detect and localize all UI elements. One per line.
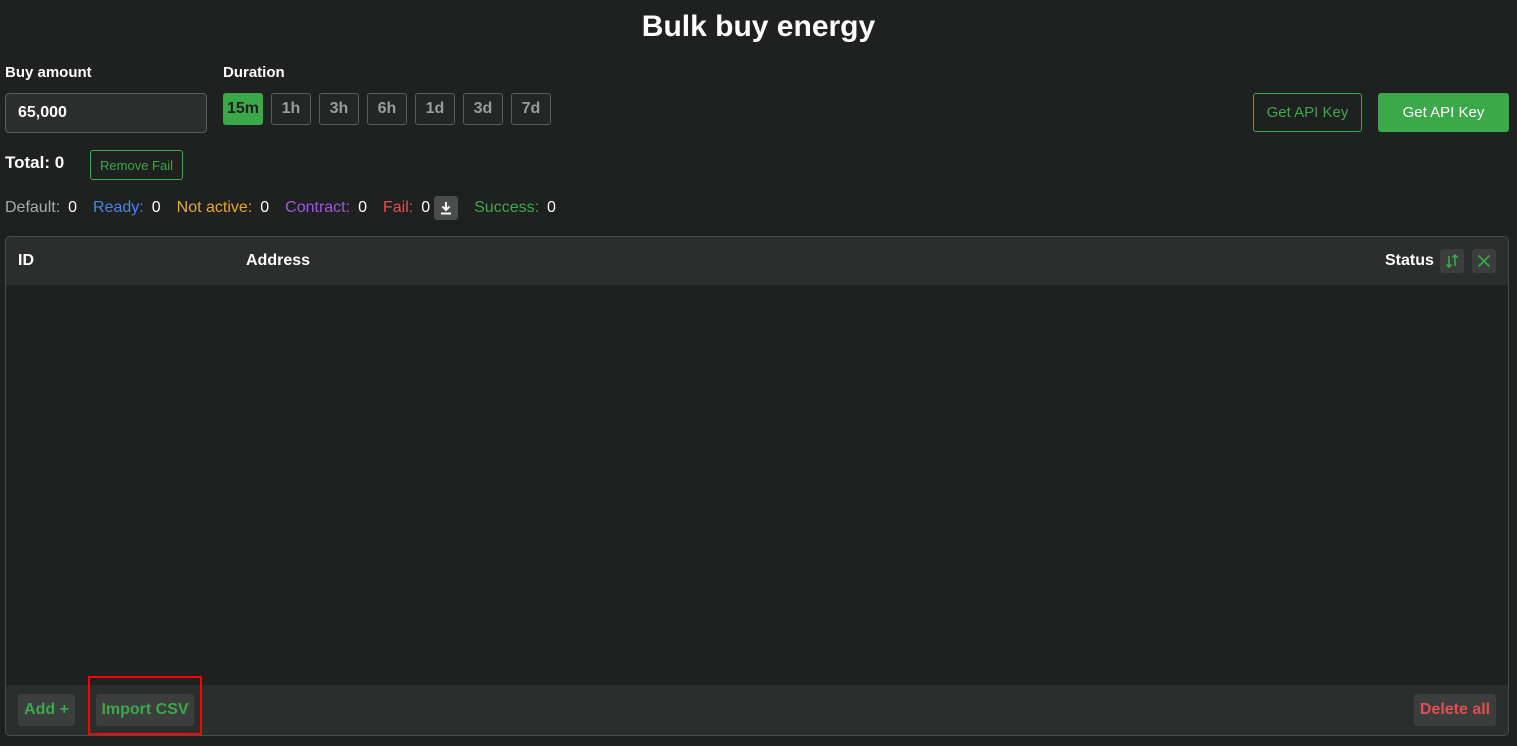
close-icon bbox=[1477, 254, 1491, 268]
duration-1h-button[interactable]: 1h bbox=[271, 93, 311, 125]
stat-not-active-value: 0 bbox=[260, 199, 270, 216]
stat-success-value: 0 bbox=[547, 199, 556, 216]
stat-fail-label: Fail: bbox=[382, 199, 414, 216]
duration-label: Duration bbox=[223, 64, 285, 81]
stat-fail: Fail: 0 bbox=[382, 196, 459, 220]
get-api-key-button[interactable]: Get API Key bbox=[1378, 93, 1509, 132]
table-footer: Add + Import CSV Delete all bbox=[6, 685, 1508, 735]
buy-amount-input[interactable] bbox=[5, 93, 207, 133]
address-table: ID Address Status Add + Import CSV Delet… bbox=[5, 236, 1509, 736]
remove-fail-button[interactable]: Remove Fail bbox=[90, 150, 183, 180]
duration-6h-button[interactable]: 6h bbox=[367, 93, 407, 125]
delete-all-button[interactable]: Delete all bbox=[1414, 694, 1496, 726]
stat-contract: Contract: 0 bbox=[285, 199, 367, 217]
clear-status-button[interactable] bbox=[1472, 249, 1496, 273]
total-count: Total: 0 bbox=[5, 153, 65, 172]
column-header-id: ID bbox=[18, 252, 34, 269]
duration-3d-button[interactable]: 3d bbox=[463, 93, 503, 125]
stat-success: Success: 0 bbox=[474, 199, 556, 217]
column-header-address: Address bbox=[246, 252, 311, 269]
stat-not-active-label: Not active: bbox=[176, 199, 253, 216]
stat-ready-value: 0 bbox=[151, 199, 161, 216]
stat-contract-value: 0 bbox=[358, 199, 367, 216]
stat-contract-label: Contract: bbox=[285, 199, 351, 216]
stat-fail-value: 0 bbox=[421, 199, 431, 216]
download-icon bbox=[441, 202, 452, 215]
duration-7d-button[interactable]: 7d bbox=[511, 93, 551, 125]
status-summary: Default: 0 Ready: 0 Not active: 0 Contra… bbox=[5, 196, 572, 220]
stat-ready: Ready: 0 bbox=[93, 199, 161, 217]
download-fail-button[interactable] bbox=[434, 196, 459, 220]
duration-15m-button[interactable]: 15m bbox=[223, 93, 263, 125]
table-header: ID Address Status bbox=[6, 237, 1508, 285]
stat-success-label: Success: bbox=[474, 199, 540, 216]
page-title: Bulk buy energy bbox=[641, 10, 876, 43]
sort-status-button[interactable] bbox=[1440, 249, 1464, 273]
duration-options: 15m 1h 3h 6h 1d 3d 7d bbox=[223, 93, 551, 125]
duration-1d-button[interactable]: 1d bbox=[415, 93, 455, 125]
sort-icon bbox=[1445, 253, 1459, 269]
duration-3h-button[interactable]: 3h bbox=[319, 93, 359, 125]
stat-default: Default: 0 bbox=[5, 199, 77, 217]
stat-not-active: Not active: 0 bbox=[177, 199, 270, 217]
get-api-key-outline-button[interactable]: Get API Key bbox=[1253, 93, 1362, 132]
add-row-button[interactable]: Add + bbox=[18, 694, 75, 726]
buy-amount-label: Buy amount bbox=[5, 64, 92, 81]
import-csv-button[interactable]: Import CSV bbox=[96, 694, 194, 726]
column-header-status: Status bbox=[1385, 252, 1434, 269]
stat-default-label: Default: bbox=[5, 199, 61, 216]
stat-ready-label: Ready: bbox=[93, 199, 144, 216]
stat-default-value: 0 bbox=[68, 199, 78, 216]
